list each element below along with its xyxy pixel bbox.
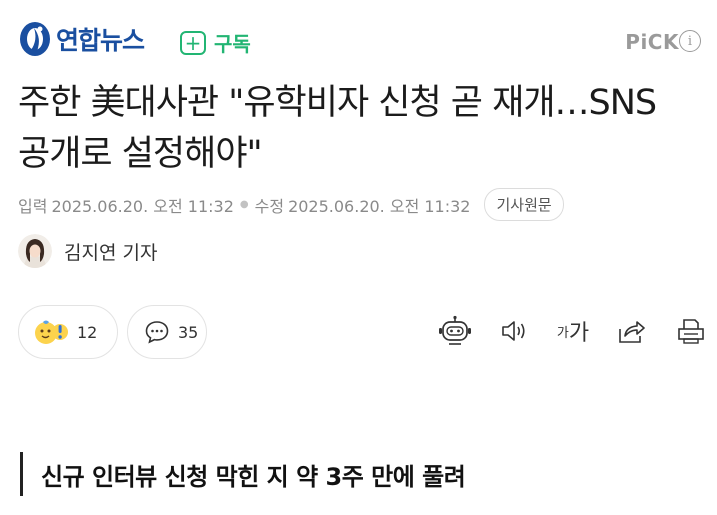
original-article-button[interactable]: 기사원문	[484, 188, 564, 221]
comment-icon	[145, 321, 169, 344]
reaction-count: 12	[77, 322, 98, 342]
ai-summary-button[interactable]	[437, 313, 473, 349]
comment-button[interactable]: 35	[127, 305, 207, 359]
share-icon	[619, 321, 645, 343]
ai-bot-icon	[439, 315, 471, 345]
comment-count: 35	[178, 322, 199, 342]
article-header: 연합뉴스 + 구독 PiCK i	[18, 20, 701, 64]
meta-separator: ●	[239, 199, 249, 210]
article-toolbar: 가가	[437, 313, 709, 349]
article-title: 주한 美대사관 "유학비자 신청 곧 재개…SNS 공개로 설정해야"	[18, 83, 657, 174]
input-label: 입력	[18, 196, 48, 216]
subscribe-label: 구독	[214, 32, 251, 56]
print-button[interactable]	[673, 313, 709, 349]
print-icon	[678, 319, 704, 344]
avatar	[18, 234, 52, 268]
reaction-emoji-icon	[35, 320, 68, 344]
info-icon[interactable]: i	[679, 30, 701, 52]
modified-datetime: 2025.06.20. 오전 11:32	[288, 196, 471, 216]
press-logo[interactable]: 연합뉴스	[18, 20, 145, 58]
font-size-large: 가	[568, 321, 590, 346]
share-button[interactable]	[614, 313, 650, 349]
font-size-icon[interactable]: 가가	[555, 313, 591, 349]
subscribe-button[interactable]: + 구독	[180, 28, 251, 57]
input-datetime: 2025.06.20. 오전 11:32	[51, 196, 234, 216]
font-size-small: 가	[556, 325, 569, 341]
author-info[interactable]: 김지연 기자	[18, 234, 157, 268]
reaction-button[interactable]: 12	[18, 305, 118, 359]
pick-badge: PiCK	[625, 30, 679, 54]
modified-label: 수정	[254, 196, 285, 216]
author-name: 김지연 기자	[64, 241, 158, 264]
logo-text: 연합뉴스	[56, 26, 145, 55]
listen-button[interactable]	[496, 313, 532, 349]
article-subheading: 신규 인터뷰 신청 막힌 지 약 3주 만에 풀려	[20, 452, 466, 496]
speaker-icon	[502, 321, 525, 341]
yonhap-logo-icon	[20, 22, 50, 56]
plus-icon: +	[180, 30, 206, 55]
article-meta: 입력 2025.06.20. 오전 11:32 ● 수정 2025.06.20.…	[18, 188, 564, 221]
